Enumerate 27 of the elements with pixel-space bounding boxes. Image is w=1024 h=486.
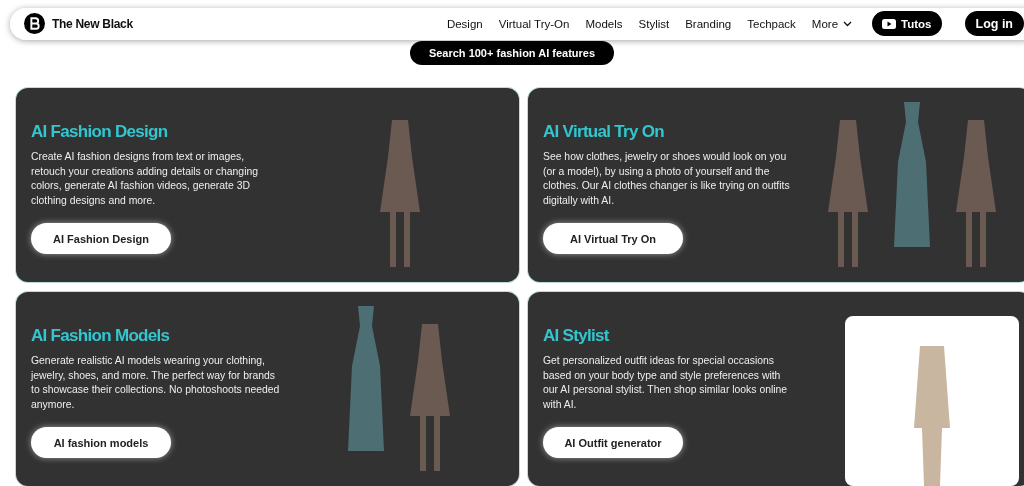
chevron-down-icon — [843, 20, 853, 27]
search-features-button[interactable]: Search 100+ fashion AI features — [409, 40, 615, 65]
brand-name: The New Black — [52, 16, 133, 31]
card-title: AI Virtual Try On — [543, 122, 665, 142]
card-button[interactable]: AI Outfit generator — [543, 427, 683, 458]
card-button[interactable]: AI Virtual Try On — [543, 223, 683, 254]
brand-logo-link[interactable]: The New Black — [24, 13, 133, 35]
tutos-button[interactable]: Tutos — [872, 11, 942, 37]
card-title: AI Fashion Design — [31, 122, 169, 142]
nav-link[interactable]: Branding — [685, 17, 732, 30]
card-title: AI Stylist — [543, 326, 611, 346]
card-button[interactable]: AI fashion models — [31, 427, 171, 458]
play-icon — [882, 18, 897, 29]
nav-link[interactable]: Virtual Try-On — [498, 17, 570, 30]
nav-link[interactable]: Models — [585, 17, 623, 30]
nav-link[interactable]: Design — [446, 17, 483, 30]
card-description: Create AI fashion designs from text or images, retouch your creations adding details or changing colors, generate AI fashion videos, generate 3D clothing designs and more. — [31, 150, 259, 208]
card-description: Get personalized outfit ideas for special occasions based on your body type and style preferences with our AI personal stylist. Then shop similar looks online with AI. — [543, 354, 789, 412]
login-button[interactable]: Log in — [964, 11, 1024, 37]
card-button[interactable]: AI Fashion Design — [31, 223, 171, 254]
card-description: Generate realistic AI models wearing your clothing, jewelry, shoes, and more. The perfect way for brands to showcase their collections. No photoshoots needed anymore. — [31, 354, 281, 412]
more-menu-link[interactable]: More — [811, 17, 853, 30]
logo-icon — [24, 13, 45, 35]
nav-link[interactable]: Stylist — [638, 17, 670, 30]
card-title: AI Fashion Models — [31, 326, 171, 346]
nav-link[interactable]: Techpack — [747, 17, 796, 30]
card-description: See how clothes, jewelry or shoes would look on you (or a model), by using a photo of yourself and the clothes. Our AI clothes changer is like trying on outfits digitally with AI. — [543, 150, 791, 208]
